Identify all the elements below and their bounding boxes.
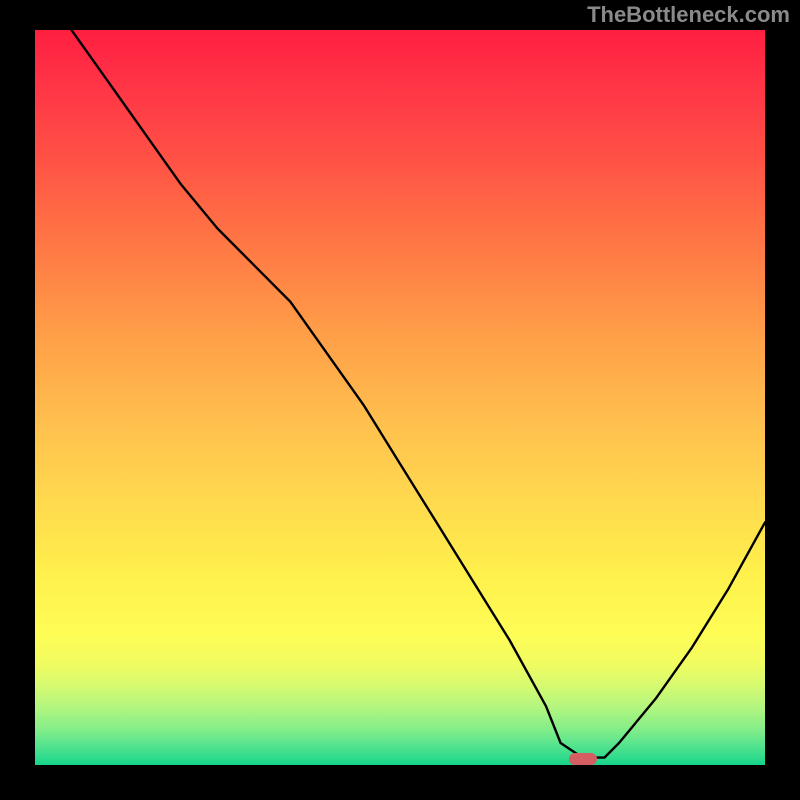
- bottleneck-curve: [35, 30, 765, 765]
- curve-path: [72, 30, 766, 758]
- chart-container: TheBottleneck.com: [0, 0, 800, 800]
- watermark-text: TheBottleneck.com: [587, 2, 790, 28]
- optimal-marker: [569, 753, 597, 765]
- plot-area: [35, 30, 765, 765]
